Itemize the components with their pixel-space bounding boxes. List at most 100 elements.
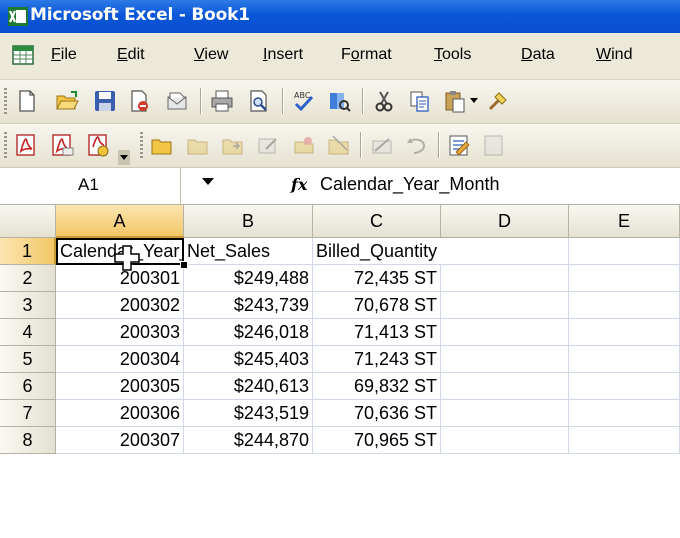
row-header[interactable]: 2	[0, 265, 56, 292]
cell-a8[interactable]: 200307	[56, 427, 184, 454]
menu-window[interactable]: Wind	[596, 46, 632, 64]
cell-e4[interactable]	[569, 319, 680, 346]
toolbar-grip[interactable]	[4, 88, 7, 114]
format-painter-icon[interactable]	[486, 89, 510, 113]
copy-icon[interactable]	[408, 89, 432, 113]
create-pdf-icon[interactable]	[14, 133, 38, 157]
cell-c4[interactable]: 71,413 ST	[313, 319, 441, 346]
cell-c6[interactable]: 69,832 ST	[313, 373, 441, 400]
review-icon[interactable]	[447, 133, 471, 157]
cut-icon[interactable]	[372, 89, 396, 113]
research-icon[interactable]	[327, 89, 351, 113]
delete-folder-icon[interactable]	[327, 133, 351, 157]
menu-format[interactable]: Format	[341, 46, 392, 64]
menu-insert[interactable]: Insert	[263, 46, 303, 64]
menu-file[interactable]: File	[51, 46, 77, 64]
folder-move-icon[interactable]	[221, 133, 245, 157]
cell-e3[interactable]	[569, 292, 680, 319]
cell-b6[interactable]: $240,613	[184, 373, 313, 400]
new-folder-icon[interactable]	[150, 133, 174, 157]
cell-a7[interactable]: 200306	[56, 400, 184, 427]
cell-b7[interactable]: $243,519	[184, 400, 313, 427]
cell-e7[interactable]	[569, 400, 680, 427]
cell-d4[interactable]	[441, 319, 569, 346]
save-disk-icon[interactable]	[93, 89, 117, 113]
cell-b3[interactable]: $243,739	[184, 292, 313, 319]
cell-c7[interactable]: 70,636 ST	[313, 400, 441, 427]
email-icon[interactable]	[165, 89, 189, 113]
cell-a3[interactable]: 200302	[56, 292, 184, 319]
row-header[interactable]: 1	[0, 238, 56, 265]
export-icon[interactable]	[482, 133, 506, 157]
column-header-a[interactable]: A	[56, 205, 184, 238]
cell-d7[interactable]	[441, 400, 569, 427]
paste-dropdown-icon[interactable]	[470, 98, 478, 104]
row-header[interactable]: 5	[0, 346, 56, 373]
open-folder-icon[interactable]	[55, 89, 79, 113]
name-box-dropdown-icon[interactable]	[202, 178, 214, 185]
cell-d8[interactable]	[441, 427, 569, 454]
cell-a6[interactable]: 200305	[56, 373, 184, 400]
cell-b1[interactable]: Net_Sales	[184, 238, 313, 265]
row-header[interactable]: 4	[0, 319, 56, 346]
column-header-b[interactable]: B	[184, 205, 313, 238]
row-header[interactable]: 6	[0, 373, 56, 400]
cell-a4[interactable]: 200303	[56, 319, 184, 346]
standard-toolbar: ABC	[0, 80, 680, 124]
cell-b4[interactable]: $246,018	[184, 319, 313, 346]
cell-c2[interactable]: 72,435 ST	[313, 265, 441, 292]
print-icon[interactable]	[210, 89, 234, 113]
select-all-button[interactable]	[0, 205, 56, 238]
menu-data[interactable]: Data	[521, 46, 555, 64]
workbook-icon[interactable]	[12, 45, 34, 65]
name-box[interactable]: A1	[0, 168, 181, 204]
cell-d5[interactable]	[441, 346, 569, 373]
cell-e2[interactable]	[569, 265, 680, 292]
row-header[interactable]: 7	[0, 400, 56, 427]
sync-icon[interactable]	[292, 133, 316, 157]
formula-input[interactable]: Calendar_Year_Month	[320, 174, 499, 195]
cell-e1[interactable]	[569, 238, 680, 265]
cell-e5[interactable]	[569, 346, 680, 373]
toolbar-grip[interactable]	[140, 132, 143, 158]
cell-d1[interactable]	[441, 238, 569, 265]
toolbar-grip[interactable]	[4, 132, 7, 158]
new-document-icon[interactable]	[15, 89, 39, 113]
cell-d2[interactable]	[441, 265, 569, 292]
permission-icon[interactable]	[128, 89, 152, 113]
cell-e8[interactable]	[569, 427, 680, 454]
fill-handle[interactable]	[180, 261, 188, 269]
cell-d6[interactable]	[441, 373, 569, 400]
create-pdf-review-icon[interactable]	[86, 133, 110, 157]
column-header-d[interactable]: D	[441, 205, 569, 238]
paste-icon[interactable]	[443, 89, 467, 113]
toolbar-options-icon[interactable]	[118, 150, 130, 165]
cell-b5[interactable]: $245,403	[184, 346, 313, 373]
comment-icon[interactable]	[370, 133, 394, 157]
folder-up-icon[interactable]	[186, 133, 210, 157]
title-bar[interactable]: Microsoft Excel - Book1	[0, 0, 680, 33]
column-header-c[interactable]: C	[313, 205, 441, 238]
edit-icon[interactable]	[256, 133, 280, 157]
menu-tools[interactable]: Tools	[434, 46, 471, 64]
undo-icon[interactable]	[405, 133, 429, 157]
cell-b8[interactable]: $244,870	[184, 427, 313, 454]
cell-c3[interactable]: 70,678 ST	[313, 292, 441, 319]
cell-b2[interactable]: $249,488	[184, 265, 313, 292]
create-pdf-email-icon[interactable]	[50, 133, 74, 157]
cell-c8[interactable]: 70,965 ST	[313, 427, 441, 454]
cell-d3[interactable]	[441, 292, 569, 319]
menu-edit[interactable]: Edit	[117, 46, 145, 64]
spelling-icon[interactable]: ABC	[292, 89, 316, 113]
cell-a5[interactable]: 200304	[56, 346, 184, 373]
insert-function-icon[interactable]: fx	[291, 175, 307, 194]
excel-app-icon[interactable]	[8, 7, 28, 26]
column-header-e[interactable]: E	[569, 205, 680, 238]
print-preview-icon[interactable]	[247, 89, 271, 113]
row-header[interactable]: 8	[0, 427, 56, 454]
row-header[interactable]: 3	[0, 292, 56, 319]
cell-c5[interactable]: 71,243 ST	[313, 346, 441, 373]
menu-view[interactable]: View	[194, 46, 228, 64]
cell-c1[interactable]: Billed_Quantity	[313, 238, 441, 265]
cell-e6[interactable]	[569, 373, 680, 400]
